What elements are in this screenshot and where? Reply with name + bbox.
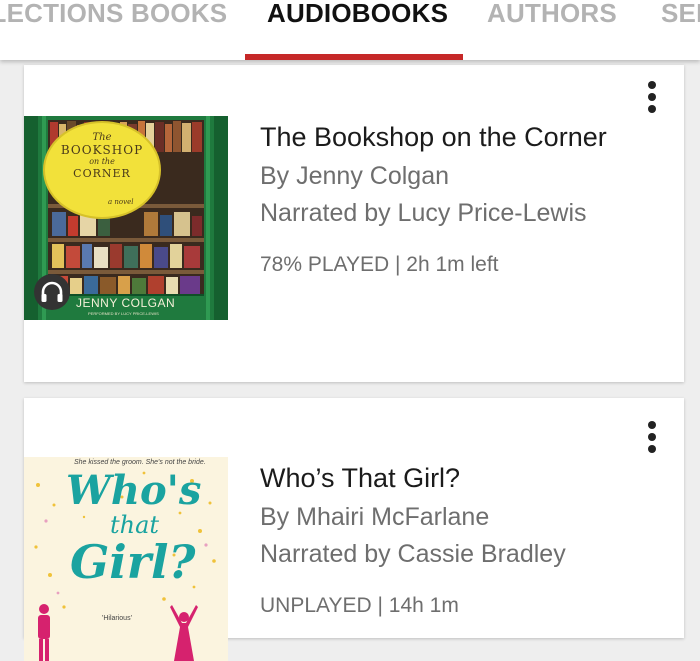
book-cover[interactable]: She kissed the groom. She's not the brid…	[24, 457, 228, 661]
cover-title-line-1: Who's	[66, 467, 202, 514]
tab-audiobooks[interactable]: AUDIOBOOKS	[267, 0, 448, 26]
more-vert-icon[interactable]	[642, 79, 662, 119]
audiobook-badge	[34, 274, 70, 310]
cover-subtitle: a novel	[108, 198, 134, 206]
tab-collections[interactable]: COLLECTIONS	[0, 0, 124, 26]
tab-bar: COLLECTIONS BOOKS AUDIOBOOKS AUTHORS SER…	[0, 0, 700, 60]
cover-quote: 'Hilarious'	[102, 615, 132, 622]
audiobook-card[interactable]: She kissed the groom. She's not the brid…	[24, 398, 684, 661]
book-narrator: Narrated by Lucy Price-Lewis	[260, 199, 587, 227]
cover-title-line-3: Girl?	[70, 535, 196, 589]
active-tab-indicator	[245, 54, 463, 60]
book-cover[interactable]: The BOOKSHOP on the CORNER a novel JENNY…	[24, 116, 228, 320]
tab-series[interactable]: SERIES	[661, 0, 700, 26]
tab-books[interactable]: BOOKS	[131, 0, 227, 26]
book-narrator: Narrated by Cassie Bradley	[260, 540, 566, 568]
book-author: By Jenny Colgan	[260, 162, 450, 190]
listening-progress: 78% PLAYED | 2h 1m left	[260, 253, 499, 276]
cover-author: JENNY COLGAN	[76, 296, 176, 310]
headphones-icon	[41, 281, 63, 302]
tab-authors[interactable]: AUTHORS	[487, 0, 617, 26]
cover-title: The BOOKSHOP on the CORNER	[60, 132, 144, 180]
book-author: By Mhairi McFarlane	[260, 503, 490, 531]
more-vert-icon[interactable]	[642, 419, 662, 459]
book-title[interactable]: The Bookshop on the Corner	[260, 121, 607, 153]
listening-progress: UNPLAYED | 14h 1m	[260, 594, 459, 617]
audiobook-card[interactable]: The BOOKSHOP on the CORNER a novel JENNY…	[24, 65, 684, 382]
book-title[interactable]: Who’s That Girl?	[260, 462, 460, 494]
cover-narrator: PERFORMED BY LUCY PRICE-LEWIS	[88, 311, 159, 316]
cover-tagline: She kissed the groom. She's not the brid…	[74, 459, 206, 466]
